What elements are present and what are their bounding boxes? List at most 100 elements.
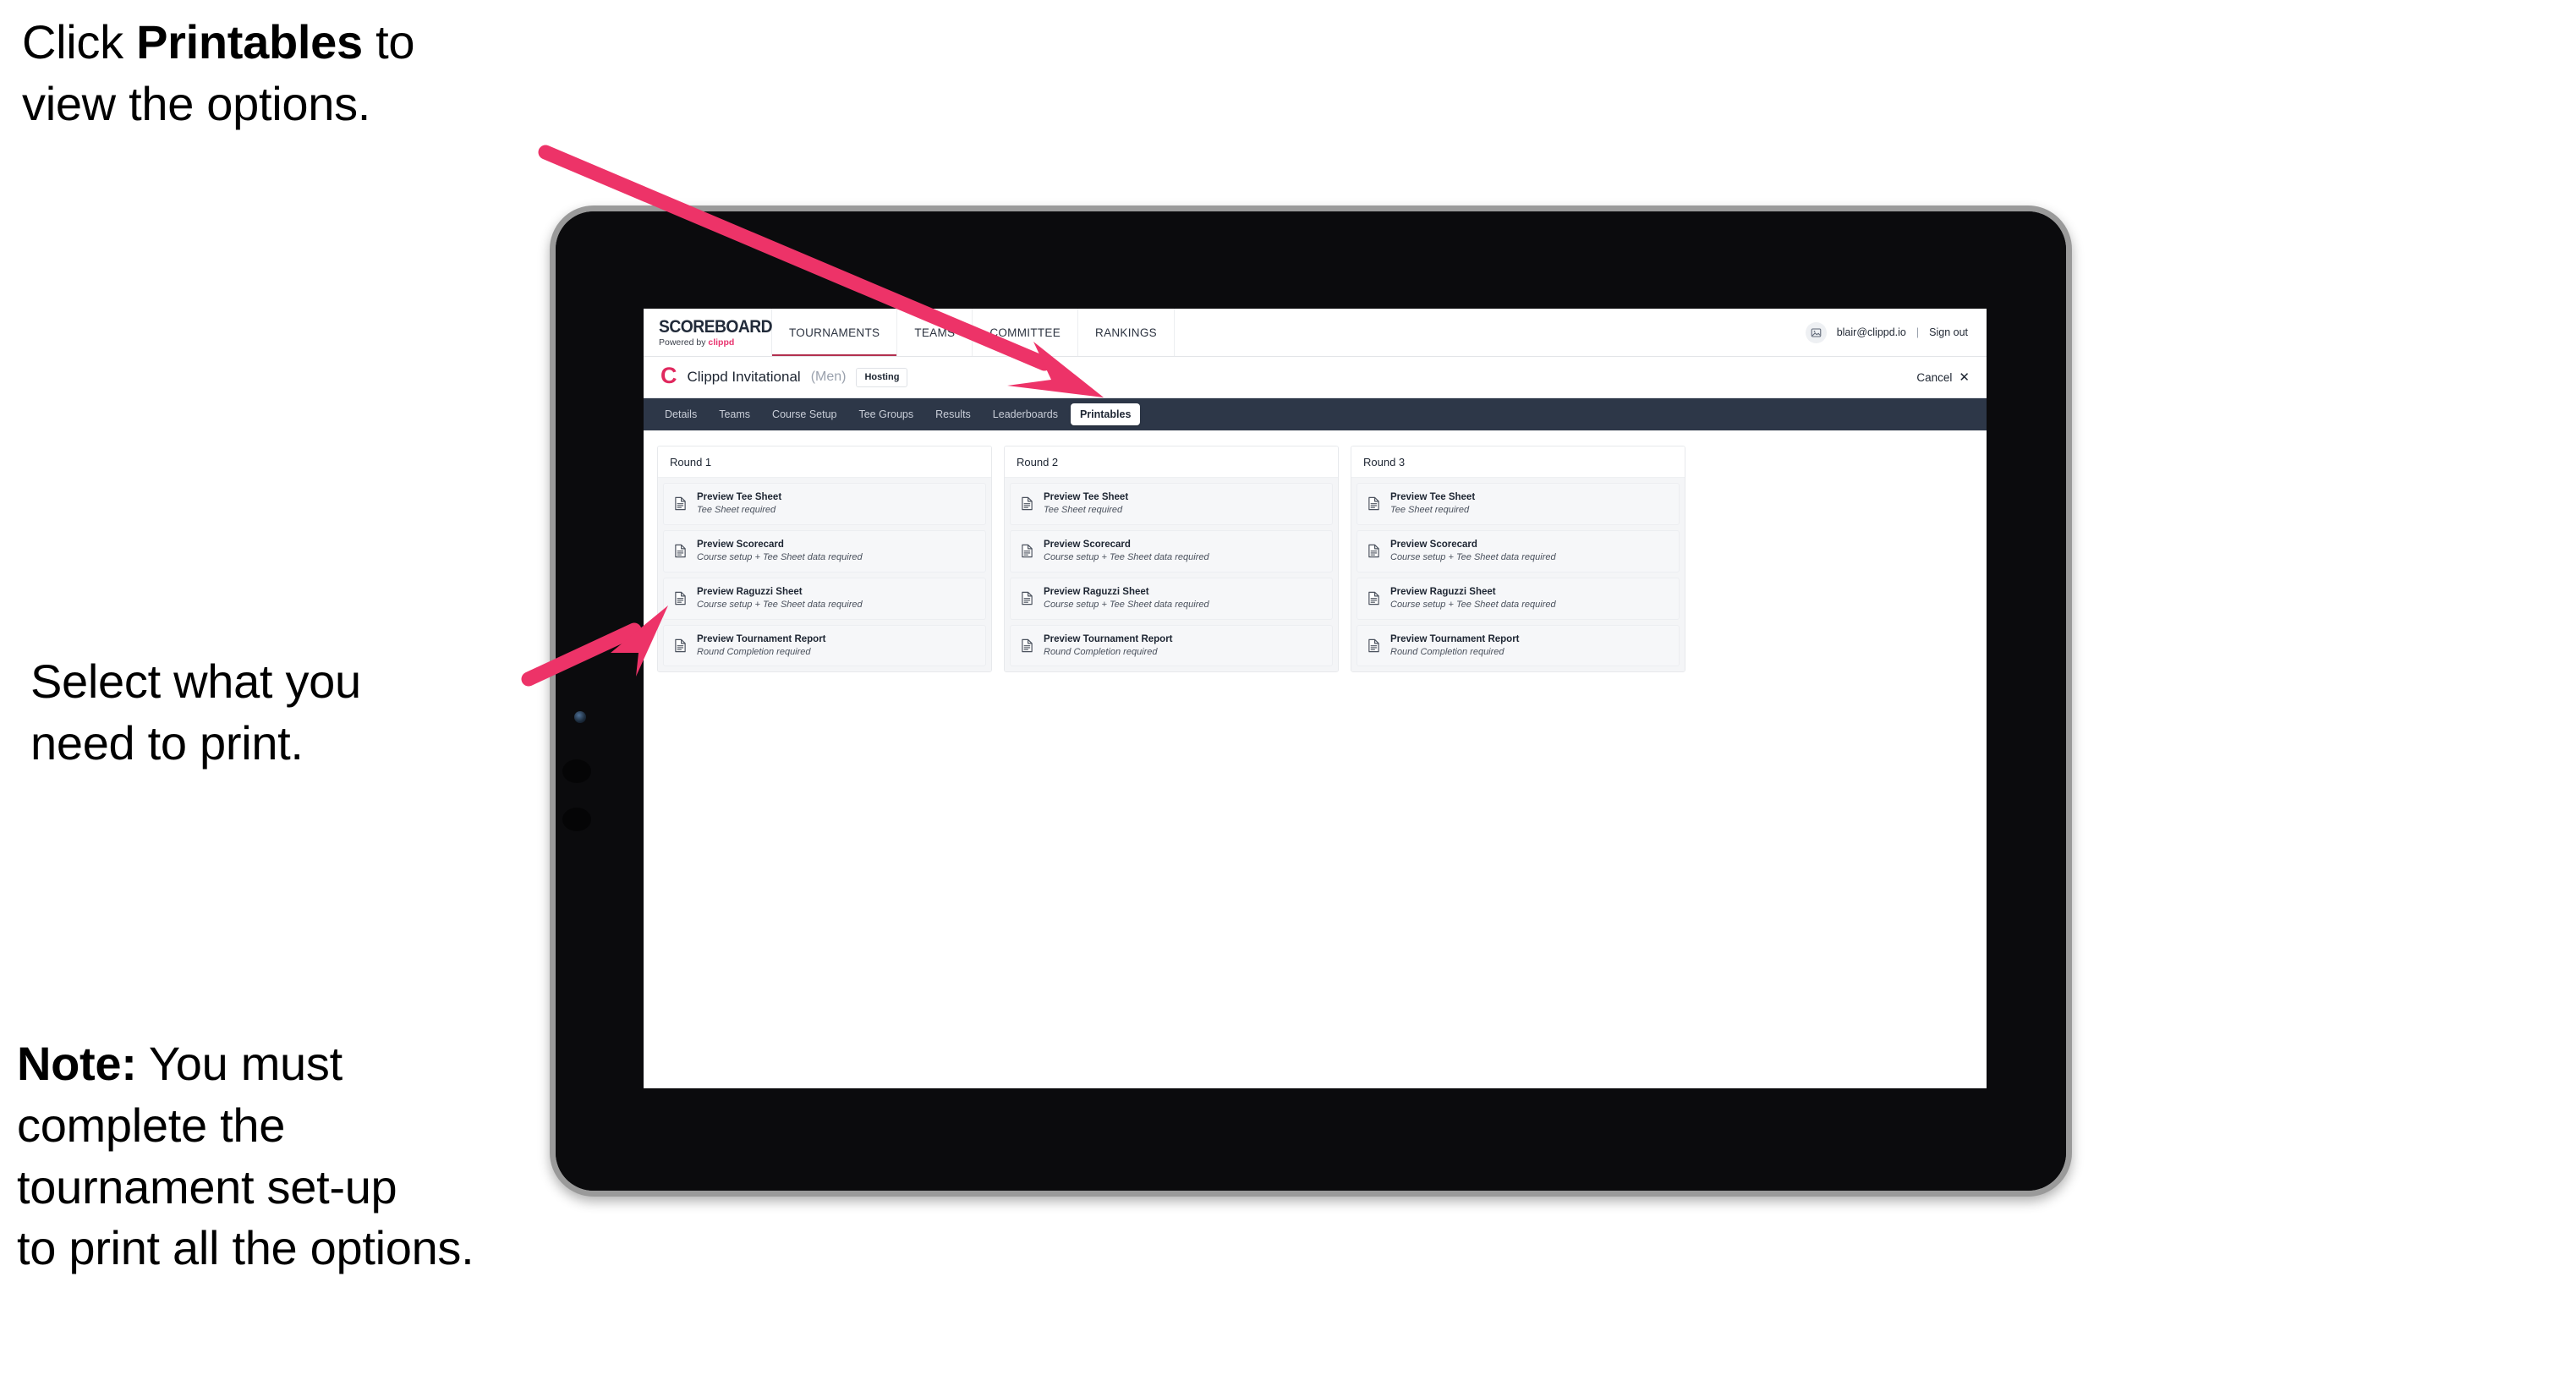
round-title: Round 1 (658, 446, 991, 478)
printable-requirement: Course setup + Tee Sheet data required (1390, 599, 1556, 610)
app-screen: SCOREBOARD Powered by clippd TOURNAMENTS… (644, 309, 1987, 1088)
clippd-logo-icon: C (660, 363, 677, 388)
tab-label: Leaderboards (992, 408, 1058, 420)
printable-title: Preview Scorecard (1390, 539, 1477, 550)
tablet-device: SCOREBOARD Powered by clippd TOURNAMENTS… (550, 205, 2072, 1197)
document-icon (1367, 496, 1380, 511)
printable-text: Preview Tournament Report Round Completi… (1044, 634, 1173, 658)
printable-text: Preview Tee Sheet Tee Sheet required (697, 492, 781, 516)
printable-requirement: Course setup + Tee Sheet data required (1044, 599, 1209, 610)
logo-powered-by: Powered by clippd (659, 338, 771, 348)
printable-row-raguzzi-sheet[interactable]: Preview Raguzzi Sheet Course setup + Tee… (1010, 577, 1333, 620)
document-icon (674, 496, 687, 511)
tab-label: Course Setup (772, 408, 837, 420)
printable-text: Preview Scorecard Course setup + Tee She… (697, 540, 863, 563)
sign-out-link[interactable]: Sign out (1929, 326, 1968, 338)
printable-requirement: Round Completion required (1044, 646, 1158, 657)
printable-row-scorecard[interactable]: Preview Scorecard Course setup + Tee She… (663, 529, 986, 572)
tab-label: Tee Groups (858, 408, 914, 420)
document-icon (1021, 638, 1033, 653)
annotation-note-label: Note: (17, 1037, 137, 1090)
document-icon (1367, 591, 1380, 605)
cancel-button[interactable]: Cancel ✕ (1916, 371, 1970, 384)
document-icon (674, 591, 687, 605)
printable-requirement: Round Completion required (697, 646, 811, 657)
printable-requirement: Tee Sheet required (1044, 505, 1123, 516)
printable-requirement: Tee Sheet required (697, 505, 776, 516)
printable-text: Preview Tee Sheet Tee Sheet required (1044, 492, 1128, 516)
printable-row-tournament-report[interactable]: Preview Tournament Report Round Completi… (1010, 624, 1333, 667)
printable-title: Preview Tournament Report (1044, 633, 1173, 644)
close-icon: ✕ (1959, 370, 1970, 385)
printable-text: Preview Scorecard Course setup + Tee She… (1390, 540, 1556, 563)
printable-row-scorecard[interactable]: Preview Scorecard Course setup + Tee She… (1357, 529, 1680, 572)
document-icon (674, 638, 687, 653)
printable-text: Preview Scorecard Course setup + Tee She… (1044, 540, 1209, 563)
tournament-gender: (Men) (810, 370, 847, 384)
tournament-name: Clippd Invitational (687, 369, 801, 385)
document-icon (1021, 591, 1033, 605)
round-title: Round 3 (1351, 446, 1685, 478)
tab-leaderboards[interactable]: Leaderboards (984, 403, 1067, 425)
tab-results[interactable]: Results (926, 403, 980, 425)
app-header: SCOREBOARD Powered by clippd TOURNAMENTS… (644, 309, 1987, 357)
printable-requirement: Course setup + Tee Sheet data required (697, 599, 863, 610)
printable-row-tournament-report[interactable]: Preview Tournament Report Round Completi… (1357, 624, 1680, 667)
printable-row-tee-sheet[interactable]: Preview Tee Sheet Tee Sheet required (663, 483, 986, 525)
round-items: Preview Tee Sheet Tee Sheet required Pre… (1351, 478, 1685, 672)
document-icon (1367, 544, 1380, 558)
annotation-select-print: Select what you need to print. (30, 655, 361, 770)
nav-item-rankings[interactable]: RANKINGS (1078, 309, 1175, 356)
document-icon (1021, 544, 1033, 558)
nav-label: TOURNAMENTS (789, 326, 880, 339)
printable-text: Preview Tee Sheet Tee Sheet required (1390, 492, 1475, 516)
document-icon (674, 544, 687, 558)
nav-item-committee[interactable]: COMMITTEE (973, 309, 1079, 356)
user-image-icon (1811, 328, 1822, 337)
tab-tee-groups[interactable]: Tee Groups (849, 403, 923, 425)
printable-row-raguzzi-sheet[interactable]: Preview Raguzzi Sheet Course setup + Tee… (1357, 577, 1680, 620)
printable-row-tournament-report[interactable]: Preview Tournament Report Round Completi… (663, 624, 986, 667)
tablet-button-bottom[interactable] (562, 808, 591, 831)
tournament-header: C Clippd Invitational (Men) Hosting Canc… (644, 357, 1987, 398)
user-separator: | (1916, 326, 1920, 338)
printable-row-raguzzi-sheet[interactable]: Preview Raguzzi Sheet Course setup + Tee… (663, 577, 986, 620)
annotation-click-printables: Click Printables to view the options. (22, 12, 563, 135)
tab-label: Details (665, 408, 698, 420)
document-icon (1021, 496, 1033, 511)
nav-label: COMMITTEE (989, 326, 1061, 339)
tablet-button-top[interactable] (562, 759, 591, 783)
printable-title: Preview Raguzzi Sheet (1390, 586, 1496, 597)
annotation-click-pre: Click (22, 15, 137, 68)
printable-title: Preview Raguzzi Sheet (1044, 586, 1149, 597)
user-email: blair@clippd.io (1836, 326, 1906, 338)
printable-requirement: Tee Sheet required (1390, 505, 1470, 516)
printable-text: Preview Raguzzi Sheet Course setup + Tee… (697, 587, 863, 611)
status-badge: Hosting (856, 367, 908, 387)
printable-title: Preview Tee Sheet (697, 492, 782, 502)
round-column: Round 3 Preview Tee Sheet Tee Sheet requ… (1351, 446, 1685, 673)
avatar[interactable] (1805, 321, 1827, 343)
printable-title: Preview Scorecard (1044, 539, 1131, 550)
tab-label: Printables (1079, 408, 1132, 420)
printable-row-scorecard[interactable]: Preview Scorecard Course setup + Tee She… (1010, 529, 1333, 572)
printable-text: Preview Tournament Report Round Completi… (1390, 634, 1520, 658)
printable-row-tee-sheet[interactable]: Preview Tee Sheet Tee Sheet required (1357, 483, 1680, 525)
printable-title: Preview Tee Sheet (1390, 492, 1476, 502)
main-nav: TOURNAMENTS TEAMS COMMITTEE RANKINGS (772, 309, 1175, 356)
nav-label: RANKINGS (1095, 326, 1157, 339)
tab-label: Teams (719, 408, 751, 420)
tab-teams[interactable]: Teams (710, 403, 759, 425)
tab-details[interactable]: Details (655, 403, 706, 425)
printable-title: Preview Tournament Report (697, 633, 826, 644)
nav-item-tournaments[interactable]: TOURNAMENTS (772, 309, 898, 356)
tab-printables[interactable]: Printables (1070, 403, 1141, 425)
scoreboard-logo[interactable]: SCOREBOARD Powered by clippd (644, 309, 773, 356)
round-items: Preview Tee Sheet Tee Sheet required Pre… (1005, 478, 1338, 672)
round-column: Round 1 Preview Tee Sheet Tee Sheet requ… (657, 446, 992, 673)
nav-item-teams[interactable]: TEAMS (897, 309, 973, 356)
printable-requirement: Round Completion required (1390, 646, 1504, 657)
printable-row-tee-sheet[interactable]: Preview Tee Sheet Tee Sheet required (1010, 483, 1333, 525)
tab-course-setup[interactable]: Course Setup (763, 403, 846, 425)
printable-text: Preview Raguzzi Sheet Course setup + Tee… (1044, 587, 1209, 611)
